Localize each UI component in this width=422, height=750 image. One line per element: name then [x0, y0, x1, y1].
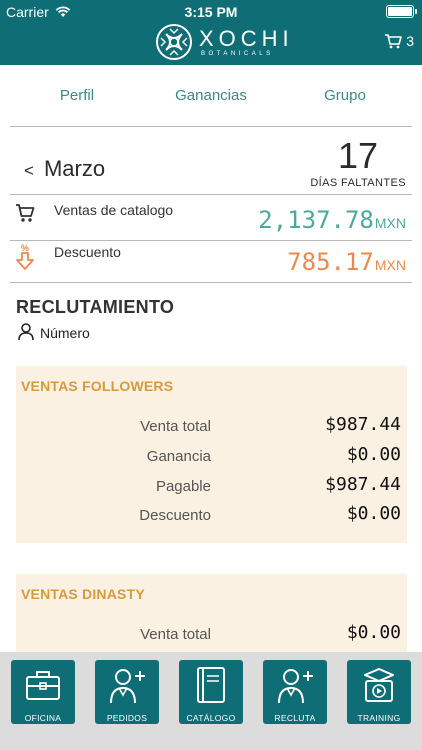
discount-amount: 785.17	[287, 248, 374, 276]
divider	[10, 126, 412, 127]
kv-row: Venta total $987.44	[16, 412, 407, 438]
kv-label: Descuento	[139, 507, 211, 524]
kv-label: Ganancia	[146, 448, 211, 465]
tab-grupo[interactable]: Grupo	[278, 82, 412, 112]
status-time: 3:15 PM	[184, 4, 238, 20]
card-title: VENTAS DINASTY	[21, 586, 145, 602]
kv-label: Venta total	[140, 626, 211, 643]
days-remaining-label: DÍAS FALTANTES	[310, 177, 406, 189]
recruiting-number: Número	[18, 323, 90, 341]
divider	[10, 194, 412, 195]
training-icon	[364, 668, 394, 702]
nav-label: CATÁLOGO	[186, 713, 236, 723]
discount-row: % Descuento 785.17MXN	[14, 242, 410, 282]
kv-row: Ganancia $0.00	[16, 442, 407, 468]
person-add-icon	[278, 669, 313, 704]
followers-sales-card: VENTAS FOLLOWERS Venta total $987.44 Gan…	[16, 366, 407, 543]
person-add-icon	[110, 669, 145, 704]
nav-pedidos[interactable]: PEDIDOS	[95, 660, 159, 724]
currency-label: MXN	[374, 257, 406, 273]
catalog-sales-label: Ventas de catalogo	[54, 202, 174, 218]
month-selector[interactable]: < Marzo	[24, 156, 105, 182]
kv-value: $987.44	[325, 414, 401, 435]
nav-oficina[interactable]: OFICINA	[11, 660, 75, 724]
section-tabs: Perfil Ganancias Grupo	[10, 82, 412, 112]
cart-button[interactable]: 3	[384, 33, 414, 49]
kv-row: Pagable $987.44	[16, 472, 407, 498]
brand-subtitle: BOTANICALS	[201, 50, 274, 57]
svg-text:%: %	[21, 243, 29, 253]
battery-icon	[386, 5, 417, 18]
divider	[10, 240, 412, 241]
nav-recluta[interactable]: RECLUTA	[263, 660, 327, 724]
nav-training[interactable]: TRAINING	[347, 660, 411, 724]
book-icon	[197, 667, 225, 703]
briefcase-icon	[26, 671, 60, 700]
nav-label: TRAINING	[357, 713, 401, 723]
discount-icon: %	[16, 243, 34, 270]
days-remaining-value: 17	[337, 135, 378, 176]
currency-label: MXN	[374, 215, 406, 231]
kv-label: Venta total	[140, 418, 211, 435]
cart-icon	[16, 204, 35, 222]
cart-icon	[385, 34, 403, 49]
dinasty-sales-card: VENTAS DINASTY Venta total $0.00	[16, 574, 407, 652]
tab-perfil[interactable]: Perfil	[10, 82, 144, 112]
kv-row: Venta total $0.00	[16, 620, 407, 646]
divider	[10, 282, 412, 283]
kv-label: Pagable	[155, 478, 211, 495]
bottom-navigation: OFICINA PEDIDOS CATÁLOGO RECLUTA TRAININ…	[0, 652, 422, 750]
kv-row: Descuento $0.00	[16, 501, 407, 527]
nav-label: RECLUTA	[274, 713, 316, 723]
tab-ganancias[interactable]: Ganancias	[144, 82, 278, 112]
kv-value: $0.00	[346, 444, 401, 465]
app-header: Carrier 3:15 PM XOCHI BOTANICALS 3	[0, 0, 422, 65]
battery-level	[388, 7, 412, 16]
catalog-sales-value: 2,137.78MXN	[258, 206, 406, 234]
user-icon	[18, 323, 34, 341]
chevron-left-icon[interactable]: <	[24, 161, 34, 181]
discount-value: 785.17MXN	[287, 248, 406, 276]
kv-value: $0.00	[346, 503, 401, 524]
discount-label: Descuento	[54, 244, 121, 260]
brand-logo[interactable]: XOCHI BOTANICALS	[155, 23, 294, 61]
brand-name: XOCHI	[199, 25, 294, 51]
nav-label: PEDIDOS	[106, 713, 148, 723]
month-label: Marzo	[43, 156, 106, 181]
kv-value: $0.00	[346, 622, 401, 643]
logo-mark-icon	[156, 24, 192, 60]
kv-value: $987.44	[325, 474, 401, 495]
cart-count: 3	[406, 33, 414, 49]
nav-catalogo[interactable]: CATÁLOGO	[179, 660, 243, 724]
card-title: VENTAS FOLLOWERS	[21, 378, 174, 394]
nav-label: OFICINA	[24, 713, 62, 723]
catalog-sales-row: Ventas de catalogo 2,137.78MXN	[14, 200, 410, 240]
recruiting-number-label: Número	[40, 325, 90, 341]
recruiting-title: RECLUTAMIENTO	[16, 297, 175, 317]
catalog-sales-amount: 2,137.78	[258, 206, 374, 234]
